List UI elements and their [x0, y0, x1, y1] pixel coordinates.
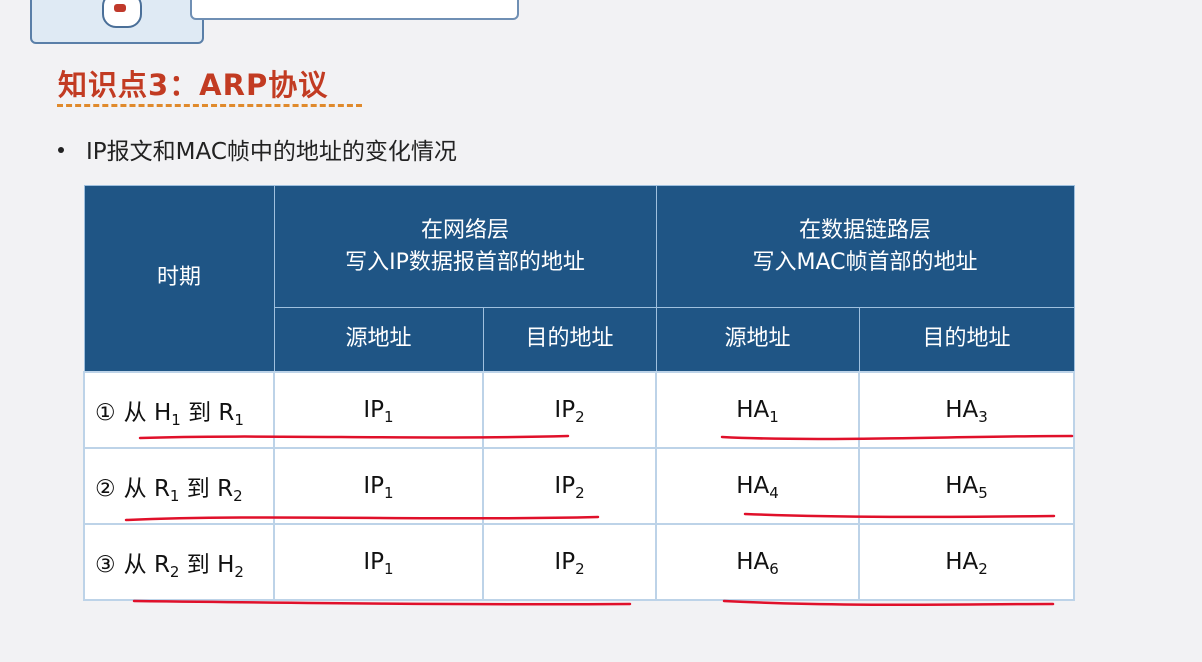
period-cell: ②从 R1 到 R2 [83, 446, 275, 525]
bullet-item: IP报文和MAC帧中的地址的变化情况 [58, 132, 457, 166]
table-header-row: 时期 在网络层 写入IP数据报首部的地址 在数据链路层 写入MAC帧首部的地址 [83, 185, 1075, 372]
mac-dst-header: 目的地址 [858, 307, 1075, 372]
ip-dst-cell: IP2 [481, 522, 658, 601]
mac-group-line2: 写入MAC帧首部的地址 [752, 249, 978, 275]
ip-group-line2: 写入IP数据报首部的地址 [345, 249, 585, 275]
mac-src-header: 源地址 [655, 307, 860, 372]
table-row: ①从 H1 到 R1 IP1 IP2 HA1 HA3 [83, 370, 1076, 449]
period-cell: ③从 R2 到 H2 [83, 522, 275, 601]
mac-src-cell: HA1 [655, 370, 861, 449]
ip-src-header: 源地址 [273, 307, 484, 372]
ip-src-cell: IP1 [273, 370, 484, 449]
ip-dst-cell: IP2 [481, 370, 658, 449]
bullet-text: IP报文和MAC帧中的地址的变化情况 [86, 139, 457, 165]
mac-group-header: 在数据链路层 写入MAC帧首部的地址 [655, 185, 1075, 308]
ip-group-header: 在网络层 写入IP数据报首部的地址 [273, 185, 657, 308]
mac-dst-cell: HA3 [858, 370, 1076, 449]
ip-src-cell: IP1 [273, 522, 484, 601]
presenter-icon [102, 0, 142, 28]
address-table: 时期 在网络层 写入IP数据报首部的地址 在数据链路层 写入MAC帧首部的地址 … [83, 185, 1076, 601]
mac-dst-cell: HA2 [858, 522, 1076, 601]
mac-group-line1: 在数据链路层 [799, 217, 932, 243]
table-row: ②从 R1 到 R2 IP1 IP2 HA4 HA5 [83, 446, 1076, 525]
mac-src-cell: HA6 [655, 522, 861, 601]
ip-dst-header: 目的地址 [482, 307, 657, 372]
annotation-underline-row3-left [132, 599, 632, 606]
ip-group-line1: 在网络层 [421, 217, 510, 243]
bullet-dot-icon [58, 146, 64, 153]
mac-src-cell: HA4 [655, 446, 861, 525]
col-period-header: 时期 [83, 185, 275, 372]
table-row: ③从 R2 到 H2 IP1 IP2 HA6 HA2 [83, 522, 1076, 601]
ip-src-cell: IP1 [273, 446, 484, 525]
annotation-underline-row3-right [722, 599, 1055, 606]
header-banner [190, 0, 519, 20]
mac-dst-cell: HA5 [858, 446, 1076, 525]
period-cell: ①从 H1 到 R1 [83, 370, 275, 449]
presenter-illustration [30, 0, 204, 44]
title-underline [57, 104, 362, 107]
ip-dst-cell: IP2 [481, 446, 658, 525]
section-title: 知识点3：ARP协议 [58, 68, 329, 102]
slide: 知识点3：ARP协议 IP报文和MAC帧中的地址的变化情况 时期 在网络层 写入… [0, 0, 1202, 662]
